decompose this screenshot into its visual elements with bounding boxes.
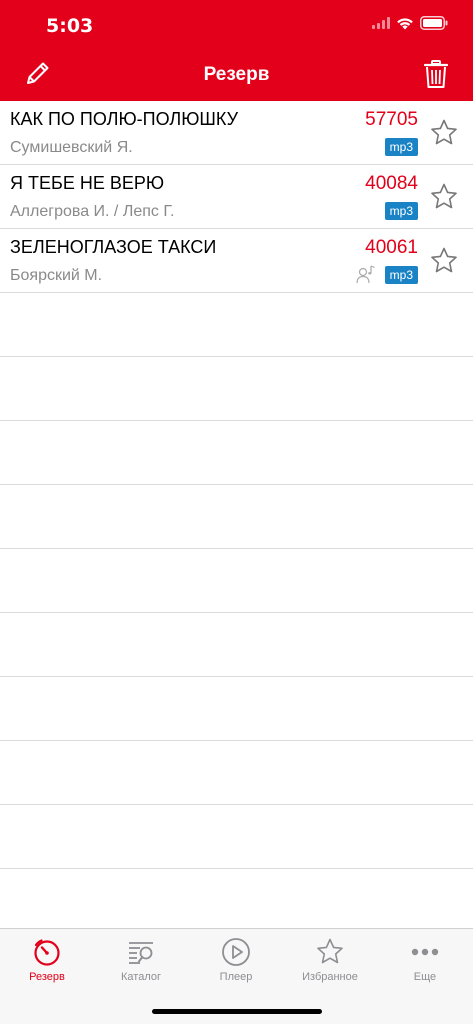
song-list: КАК ПО ПОЛЮ-ПОЛЮШКУ Сумишевский Я. 57705… [0, 101, 473, 869]
trash-icon[interactable] [424, 59, 448, 89]
tab-player[interactable]: Плеер [189, 929, 283, 989]
song-artist: Аллегрова И. / Лепс Г. [10, 203, 175, 220]
backing-vocals-icon [356, 265, 375, 284]
song-artist: Боярский М. [10, 267, 103, 284]
song-title: КАК ПО ПОЛЮ-ПОЛЮШКУ [10, 109, 238, 129]
format-badge: mp3 [384, 202, 418, 220]
stopwatch-icon [34, 939, 60, 966]
favorite-star-icon[interactable] [429, 246, 459, 276]
more-dots-icon [411, 948, 439, 956]
favorite-star-icon[interactable] [429, 118, 459, 148]
empty-row [0, 357, 473, 421]
nav-bar: Резерв [0, 50, 473, 101]
header: 5:03 Резерв [0, 0, 473, 101]
tab-catalog[interactable]: Каталог [94, 929, 188, 989]
song-code: 40061 [365, 237, 418, 258]
tab-label: Каталог [121, 971, 161, 983]
empty-row [0, 741, 473, 805]
song-row[interactable]: КАК ПО ПОЛЮ-ПОЛЮШКУ Сумишевский Я. 57705… [0, 101, 473, 165]
catalog-search-icon [129, 942, 153, 964]
status-time: 5:03 [46, 15, 94, 37]
empty-row [0, 549, 473, 613]
empty-row [0, 613, 473, 677]
cellular-signal-icon [372, 17, 390, 29]
song-code: 57705 [365, 109, 418, 130]
format-badge: mp3 [384, 266, 418, 284]
empty-row [0, 485, 473, 549]
song-row[interactable]: Я ТЕБЕ НЕ ВЕРЮ Аллегрова И. / Лепс Г. 40… [0, 165, 473, 229]
star-icon [317, 938, 343, 964]
tab-more[interactable]: Еще [378, 929, 472, 989]
empty-row [0, 421, 473, 485]
empty-row [0, 293, 473, 357]
song-title: ЗЕЛЕНОГЛАЗОЕ ТАКСИ [10, 237, 217, 257]
favorite-star-icon[interactable] [429, 182, 459, 212]
empty-row [0, 677, 473, 741]
play-circle-icon [222, 938, 250, 966]
home-indicator [152, 1009, 322, 1014]
status-icons [372, 16, 448, 30]
song-title: Я ТЕБЕ НЕ ВЕРЮ [10, 173, 165, 193]
tab-label: Избранное [302, 971, 358, 983]
song-artist: Сумишевский Я. [10, 139, 133, 156]
battery-icon [420, 16, 448, 30]
wifi-icon [397, 17, 413, 29]
tab-label: Плеер [219, 971, 253, 983]
format-badge: mp3 [384, 138, 418, 156]
song-row[interactable]: ЗЕЛЕНОГЛАЗОЕ ТАКСИ Боярский М. 40061 mp3 [0, 229, 473, 293]
tab-favorites[interactable]: Избранное [283, 929, 377, 989]
song-code: 40084 [365, 173, 418, 194]
status-bar: 5:03 [0, 0, 473, 50]
page-title: Резерв [203, 64, 270, 85]
tab-label: Резерв [29, 971, 65, 983]
tab-label: Еще [413, 971, 437, 983]
tab-reserve[interactable]: Резерв [0, 929, 94, 989]
empty-row [0, 805, 473, 869]
